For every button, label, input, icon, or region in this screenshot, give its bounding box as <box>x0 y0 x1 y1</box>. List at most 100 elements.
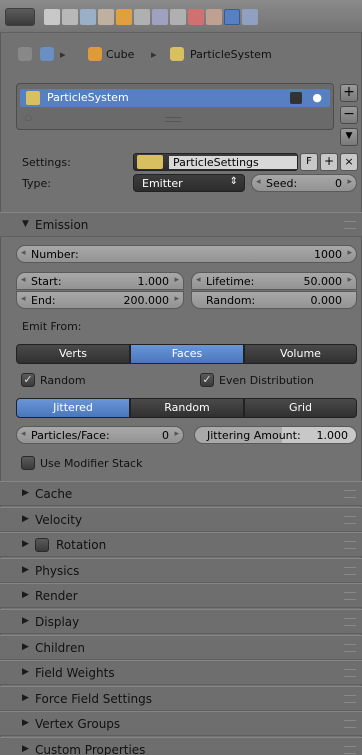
texture-tab-icon[interactable] <box>206 9 222 25</box>
world-tab-icon[interactable] <box>98 9 114 25</box>
lifetime-value: 50.000 <box>303 275 343 288</box>
number-field[interactable]: ◂ Number: 1000 ▸ <box>16 245 357 263</box>
decrement-arrow-icon[interactable]: ◂ <box>196 275 201 285</box>
panel-header-velocity[interactable]: ▶ Velocity <box>0 507 362 532</box>
panel-header-display[interactable]: ▶ Display <box>0 609 362 634</box>
add-particle-system-button[interactable]: + <box>340 84 358 102</box>
emit-from-volume[interactable]: Volume <box>244 344 357 364</box>
end-field[interactable]: ◂ End: 200.000 ▸ <box>16 291 184 309</box>
panel-grip[interactable] <box>344 592 356 600</box>
settings-label: Settings: <box>22 156 71 169</box>
type-label: Type: <box>22 177 51 190</box>
unlink-settings-button[interactable]: × <box>340 153 358 171</box>
use-modifier-stack-checkbox[interactable] <box>21 456 35 470</box>
panel-header-children[interactable]: ▶ Children <box>0 635 362 660</box>
emission-panel-header[interactable]: ▼ Emission <box>0 212 362 237</box>
lifetime-field[interactable]: ◂ Lifetime: 50.000 ▸ <box>191 272 357 290</box>
emit-from-faces[interactable]: Faces <box>130 344 244 364</box>
list-specials-menu-button[interactable]: ▼ <box>340 128 358 146</box>
start-label: Start: <box>31 275 62 288</box>
collapsed-triangle-icon: ▶ <box>22 514 29 524</box>
collapsed-triangle-icon: ▶ <box>22 744 29 754</box>
panel-title: Render <box>35 589 78 603</box>
particles-per-face-field[interactable]: ◂ Particles/Face: 0 ▸ <box>16 426 184 444</box>
object-tab-icon[interactable] <box>116 9 132 25</box>
material-tab-icon[interactable] <box>188 9 204 25</box>
panel-grip[interactable] <box>344 669 356 677</box>
collapsed-triangle-icon: ▶ <box>22 642 29 652</box>
panel-title: Custom Properties <box>35 743 146 755</box>
render-layers-tab-icon[interactable] <box>62 9 78 25</box>
panel-grip[interactable] <box>344 221 356 229</box>
pin-icon[interactable] <box>18 47 32 61</box>
panel-title: Physics <box>35 564 80 578</box>
settings-datablock-field[interactable]: ParticleSettings <box>133 153 298 171</box>
emit-from-verts[interactable]: Verts <box>16 344 130 364</box>
panel-grip[interactable] <box>344 567 356 575</box>
panel-grip[interactable] <box>344 720 356 728</box>
decrement-arrow-icon[interactable]: ◂ <box>21 294 26 304</box>
constraints-tab-icon[interactable] <box>134 9 150 25</box>
panel-title: Emission <box>35 218 89 232</box>
rotation-enable-checkbox[interactable] <box>35 538 49 552</box>
remove-particle-system-button[interactable]: − <box>340 106 358 124</box>
render-tab-icon[interactable] <box>44 9 60 25</box>
render-toggle-icon[interactable] <box>290 92 302 104</box>
panel-header-force-field-settings[interactable]: ▶ Force Field Settings <box>0 686 362 711</box>
panel-header-render[interactable]: ▶ Render <box>0 583 362 608</box>
random-checkbox[interactable]: ✓ <box>21 373 35 387</box>
panel-header-vertex-groups[interactable]: ▶ Vertex Groups <box>0 711 362 736</box>
panel-header-field-weights[interactable]: ▶ Field Weights <box>0 660 362 685</box>
panel-title: Rotation <box>56 538 107 552</box>
scene-tab-icon[interactable] <box>80 9 96 25</box>
panel-header-custom-properties[interactable]: ▶ Custom Properties <box>0 737 362 755</box>
increment-arrow-icon[interactable]: ▸ <box>347 248 352 258</box>
increment-arrow-icon[interactable]: ▸ <box>174 294 179 304</box>
particle-settings-icon[interactable] <box>137 155 163 169</box>
decrement-arrow-icon[interactable]: ◂ <box>21 248 26 258</box>
even-distribution-checkbox[interactable]: ✓ <box>200 373 214 387</box>
distribution-random[interactable]: Random <box>130 398 244 418</box>
panel-title: Force Field Settings <box>35 692 153 706</box>
panel-header-cache[interactable]: ▶ Cache <box>0 481 362 506</box>
panel-grip[interactable] <box>344 746 356 754</box>
particle-systems-list[interactable]: ParticleSystem ● ○ <box>16 83 334 130</box>
seed-field[interactable]: ◂ Seed: 0 ▸ <box>251 174 357 192</box>
physics-tab-icon[interactable] <box>242 9 258 25</box>
jittering-amount-slider[interactable]: Jittering Amount: 1.000 <box>194 426 357 444</box>
decrement-arrow-icon[interactable]: ◂ <box>256 177 261 187</box>
panel-grip[interactable] <box>344 618 356 626</box>
breadcrumb-separator-icon: ▸ <box>151 48 157 61</box>
fake-user-button[interactable]: F <box>300 153 318 171</box>
increment-arrow-icon[interactable]: ▸ <box>347 275 352 285</box>
distribution-jittered[interactable]: Jittered <box>16 398 130 418</box>
panel-header-rotation[interactable]: ▶ Rotation <box>0 532 362 557</box>
panel-grip[interactable] <box>344 644 356 652</box>
type-dropdown[interactable]: Emitter ⇕ <box>133 174 245 192</box>
decrement-arrow-icon[interactable]: ◂ <box>21 429 26 439</box>
settings-name[interactable]: ParticleSettings <box>173 156 259 169</box>
eye-icon[interactable]: ● <box>312 91 322 104</box>
decrement-arrow-icon[interactable]: ◂ <box>21 275 26 285</box>
data-tab-icon[interactable] <box>170 9 186 25</box>
new-settings-button[interactable]: + <box>320 153 338 171</box>
panel-grip[interactable] <box>344 490 356 498</box>
increment-arrow-icon[interactable]: ▸ <box>174 429 179 439</box>
list-item[interactable]: ParticleSystem ● <box>20 89 330 107</box>
increment-arrow-icon[interactable]: ▸ <box>347 177 352 187</box>
panel-grip[interactable] <box>344 695 356 703</box>
start-field[interactable]: ◂ Start: 1.000 ▸ <box>16 272 184 290</box>
increment-arrow-icon[interactable]: ▸ <box>174 275 179 285</box>
breadcrumb: ▸ Cube ▸ ParticleSystem <box>0 42 362 70</box>
distribution-grid[interactable]: Grid <box>244 398 357 418</box>
list-filter-icon[interactable]: ○ <box>25 113 32 122</box>
panel-grip[interactable] <box>344 516 356 524</box>
editor-type-button[interactable] <box>5 8 35 26</box>
panel-header-physics[interactable]: ▶ Physics <box>0 558 362 583</box>
particles-tab-icon[interactable] <box>224 9 240 25</box>
modifiers-tab-icon[interactable] <box>152 9 168 25</box>
random-lifetime-field[interactable]: Random: 0.000 <box>191 291 357 309</box>
list-resize-grip[interactable] <box>165 117 181 122</box>
particles-per-face-label: Particles/Face: <box>31 429 110 442</box>
panel-grip[interactable] <box>344 541 356 549</box>
